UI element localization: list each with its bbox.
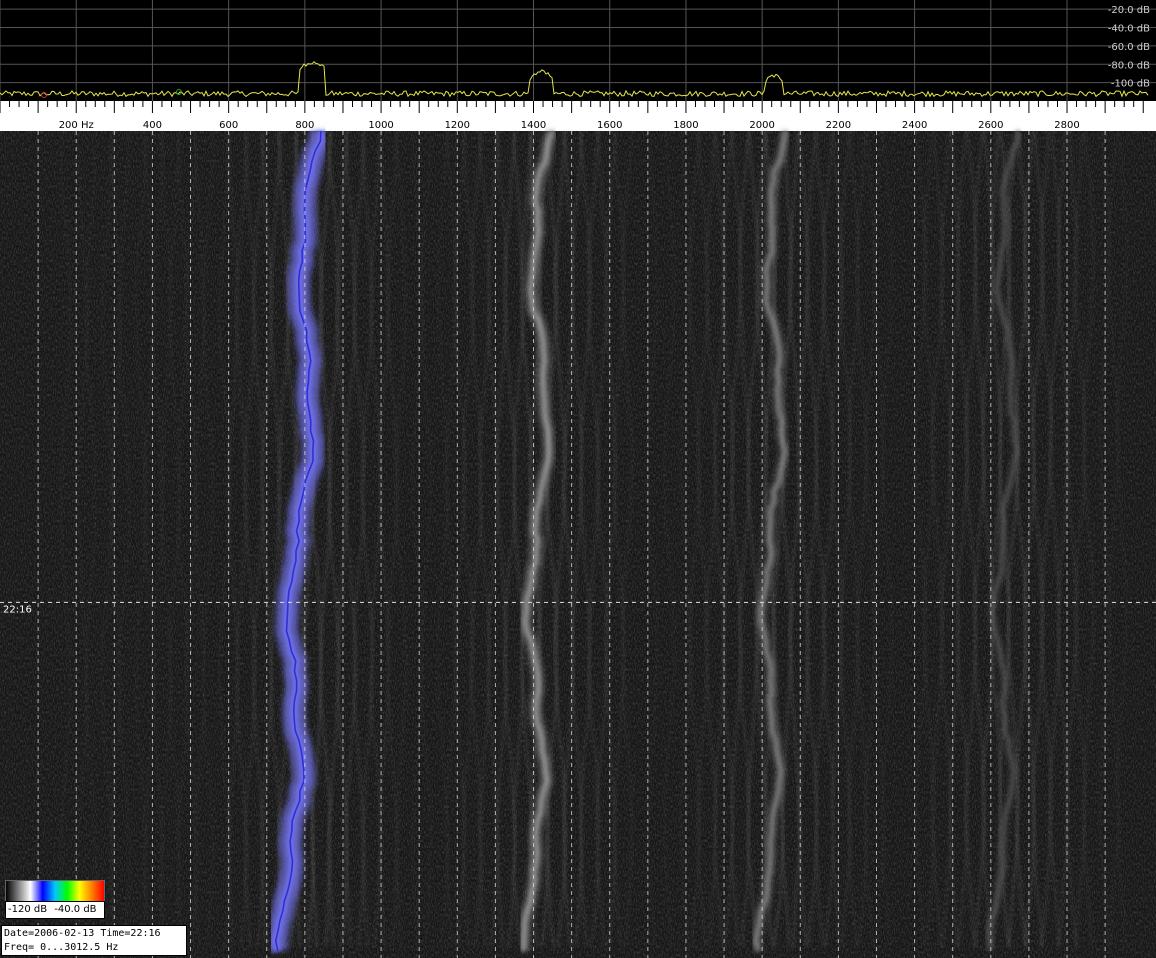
frequency-tick-label: 600 [219,120,238,131]
frequency-tick-label: 2400 [902,120,927,131]
frequency-tick-label: 2800 [1054,120,1079,131]
spectrum-panel: -20.0 dB -40.0 dB -60.0 dB -80.0 dB -100 dB [0,0,1156,101]
colorbar: -120 dB -40.0 dB [5,880,105,920]
spectrogram-chart: -20.0 dB-40.0 dB-60.0 dB-80.0 dB-100 dB … [0,0,1156,958]
info-frequency-range: Freq= 0...3012.5 Hz [4,942,119,953]
spectrum-db-label: -100 dB [1111,79,1150,90]
waterfall-panel: 22:16 [0,128,1156,958]
info-date-time: Date=2006-02-13 Time=22:16 [4,928,161,939]
frequency-axis: 200 Hz 400 600 800 1000 1200 1400 1600 1800 2000 2… [0,101,1156,131]
frequency-tick-label: 1200 [445,120,470,131]
spectrum-background [0,0,1156,101]
spectrum-db-label: -60.0 dB [1108,42,1150,53]
frequency-tick-label: 200 Hz [59,120,94,131]
frequency-tick-label: 1800 [673,120,698,131]
colorbar-labels: -120 dB -40.0 dB [5,901,105,919]
spectrum-db-label: -20.0 dB [1108,5,1150,16]
frequency-tick-label: 2000 [749,120,774,131]
waterfall-time-label: 22:16 [3,604,32,615]
spectrum-db-label: -80.0 dB [1108,60,1150,71]
spectrum-db-label: -40.0 dB [1108,24,1150,35]
colorbar-gradient [5,880,105,902]
frequency-tick-label: 1600 [597,120,622,131]
info-box: Date=2006-02-13 Time=22:16 Freq= 0...301… [1,925,187,956]
frequency-tick-label: 400 [143,120,162,131]
frequency-tick-label: 1000 [368,120,393,131]
colorbar-max-label: -40.0 dB [54,904,97,915]
colorbar-min-label: -120 dB [8,904,48,915]
frequency-tick-label: 2600 [978,120,1003,131]
spectrogram-display: -20.0 dB -40.0 dB -60.0 dB -80.0 dB -100 dB … [0,0,1156,958]
frequency-tick-label: 2200 [826,120,851,131]
frequency-tick-label: 1400 [521,120,546,131]
frequency-tick-label: 800 [295,120,314,131]
